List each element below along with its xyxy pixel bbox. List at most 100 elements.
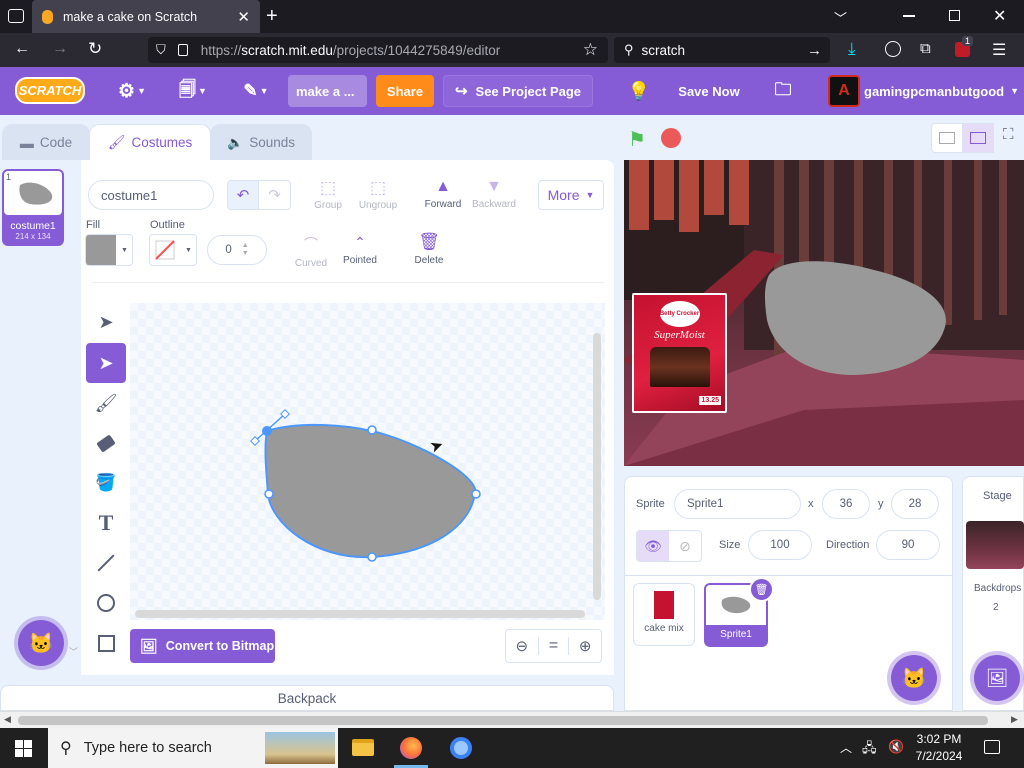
chromium-taskbar-icon[interactable] xyxy=(450,737,472,759)
reload-icon[interactable]: ↻ xyxy=(88,39,102,59)
new-tab-icon[interactable]: + xyxy=(266,5,278,28)
curved-button[interactable]: ⌒ Curved xyxy=(292,234,330,269)
notification-center-icon[interactable] xyxy=(984,740,1000,754)
redo-button[interactable]: ↷ xyxy=(259,181,290,209)
choose-backdrop-button[interactable]: 🖼 xyxy=(974,655,1020,701)
direction-input[interactable]: 90 xyxy=(876,530,940,560)
file-explorer-icon[interactable] xyxy=(352,739,374,756)
delete-button[interactable]: 🗑 Delete xyxy=(410,232,448,266)
windows-start-icon[interactable] xyxy=(15,740,32,757)
outline-width-input[interactable]: 0 ▲ ▼ xyxy=(207,235,267,265)
backward-button[interactable]: ▼ Backward xyxy=(469,178,519,210)
user-avatar[interactable]: A xyxy=(828,75,860,107)
download-icon[interactable]: ⤓ xyxy=(848,39,856,59)
volume-muted-icon[interactable]: 🔇 xyxy=(888,739,904,755)
fill-color-picker[interactable]: ▼ xyxy=(85,234,133,266)
zoom-out-button[interactable]: ⊖ xyxy=(506,637,538,655)
back-icon[interactable]: ← xyxy=(14,40,30,58)
tab-list-icon[interactable] xyxy=(8,9,24,23)
forward-icon[interactable]: → xyxy=(52,40,68,58)
costume-tile[interactable]: 1 costume1 214 x 134 xyxy=(2,169,64,246)
scroll-right-icon[interactable]: ▶ xyxy=(1011,714,1018,725)
tab-close-icon[interactable]: ✕ xyxy=(237,8,250,26)
sprite-tile[interactable]: cake mix xyxy=(633,583,695,646)
zoom-reset-button[interactable]: = xyxy=(537,637,570,655)
brush-tool[interactable]: 🖌 xyxy=(86,383,126,423)
select-tool[interactable]: ➤ xyxy=(86,302,126,342)
show-sprite-button[interactable]: 👁 xyxy=(637,531,669,561)
green-flag-button[interactable]: ⚑ xyxy=(628,127,646,152)
tab-costumes[interactable]: 🖌 Costumes xyxy=(89,124,211,160)
stage-canvas[interactable]: Betty Crocker SuperMoist 13.25 xyxy=(624,160,1024,466)
my-stuff-folder-icon[interactable]: 🗀 xyxy=(768,75,798,107)
hide-sprite-button[interactable]: ⊘ xyxy=(669,531,701,561)
rectangle-tool[interactable] xyxy=(86,623,126,663)
eraser-tool[interactable] xyxy=(86,423,126,463)
pointed-button[interactable]: ⌃ Pointed xyxy=(339,234,381,266)
size-input[interactable]: 100 xyxy=(748,530,812,560)
tips-bulb-icon[interactable]: 💡 xyxy=(625,75,653,107)
see-project-page-button[interactable]: ↪ See Project Page xyxy=(443,75,593,107)
settings-menu-button[interactable]: ⚙ ▼ xyxy=(114,75,150,107)
project-title-input[interactable]: make a ... xyxy=(288,75,367,107)
fullscreen-button[interactable]: ⛶ xyxy=(1003,126,1014,143)
window-close-icon[interactable]: ✕ xyxy=(993,6,1006,26)
choose-costume-button[interactable]: 🐱 xyxy=(18,620,64,666)
paint-canvas[interactable]: ➤ xyxy=(130,303,605,620)
scroll-left-icon[interactable]: ◀ xyxy=(4,714,11,725)
sprite-name-input[interactable]: Sprite1 xyxy=(674,489,801,519)
convert-to-bitmap-button[interactable]: 🖼 Convert to Bitmap xyxy=(130,629,275,663)
tray-chevron-icon[interactable]: ︿ xyxy=(840,739,852,756)
delete-sprite-button[interactable]: 🗑 xyxy=(749,577,774,602)
fill-tool[interactable]: 🪣 xyxy=(86,463,126,503)
undo-button[interactable]: ↶ xyxy=(228,181,260,209)
page-horizontal-scrollbar[interactable]: ◀ ▶ xyxy=(0,711,1024,728)
choose-sprite-button[interactable]: 🐱 xyxy=(891,655,937,701)
clock[interactable]: 3:02 PM 7/2/2024 xyxy=(910,731,968,765)
browser-tab[interactable]: make a cake on Scratch ✕ xyxy=(32,0,260,33)
canvas-vertical-scrollbar[interactable] xyxy=(593,333,601,600)
scratch-logo[interactable]: SCRATCH xyxy=(15,77,85,104)
costume-name-input[interactable]: costume1 xyxy=(88,180,214,210)
outline-color-picker[interactable]: ▼ xyxy=(149,234,197,266)
url-bar[interactable]: ⛉ https://scratch.mit.edu/projects/10442… xyxy=(148,37,608,63)
bookmark-star-icon[interactable]: ☆ xyxy=(583,40,598,60)
minimize-icon[interactable] xyxy=(903,15,915,17)
app-menu-icon[interactable]: ☰ xyxy=(992,40,1006,60)
large-stage-button[interactable] xyxy=(962,123,994,153)
more-menu-button[interactable]: More ▼ xyxy=(538,180,604,210)
x-input[interactable]: 36 xyxy=(822,489,870,519)
share-button[interactable]: Share xyxy=(376,75,434,107)
stepper-icon[interactable]: ▲ ▼ xyxy=(242,242,249,258)
reshape-tool[interactable]: ➤ xyxy=(86,343,126,383)
edit-menu-button[interactable]: ✎ ▼ xyxy=(238,75,274,107)
text-tool[interactable]: T xyxy=(86,503,126,543)
search-bar[interactable]: ⚲ scratch → xyxy=(614,37,830,63)
firefox-taskbar-icon[interactable] xyxy=(400,737,422,759)
tab-overflow-icon[interactable]: ﹀ xyxy=(834,8,847,27)
canvas-horizontal-scrollbar[interactable] xyxy=(135,610,585,618)
ungroup-button[interactable]: ⬚ Ungroup xyxy=(355,178,401,211)
username-menu[interactable]: gamingpcmanbutgood ▼ xyxy=(864,75,1019,107)
line-tool[interactable] xyxy=(86,543,126,583)
stop-button[interactable] xyxy=(661,128,681,148)
restore-icon[interactable] xyxy=(949,10,960,21)
vector-shape[interactable] xyxy=(130,303,605,620)
search-go-icon[interactable]: → xyxy=(807,42,822,59)
file-menu-button[interactable]: 🗐 ▼ xyxy=(175,75,211,107)
costume-list-scroll-down-icon[interactable]: ﹀ xyxy=(69,645,78,658)
circle-tool[interactable] xyxy=(86,583,126,623)
forward-button[interactable]: ▲ Forward xyxy=(420,178,466,210)
network-icon[interactable]: 🖧 xyxy=(862,739,877,761)
account-icon[interactable] xyxy=(885,41,901,57)
extensions-icon[interactable]: ⧉ xyxy=(920,40,931,57)
scroll-thumb[interactable] xyxy=(18,716,988,725)
tab-code[interactable]: ▬ Code xyxy=(2,124,90,160)
zoom-in-button[interactable]: ⊕ xyxy=(569,637,601,655)
y-input[interactable]: 28 xyxy=(891,489,939,519)
save-now-button[interactable]: Save Now xyxy=(670,75,748,107)
group-button[interactable]: ⬚ Group xyxy=(310,178,346,211)
small-stage-button[interactable] xyxy=(931,123,963,153)
tab-sounds[interactable]: 🔈 Sounds xyxy=(210,124,312,160)
backpack-bar[interactable]: Backpack xyxy=(0,685,614,711)
